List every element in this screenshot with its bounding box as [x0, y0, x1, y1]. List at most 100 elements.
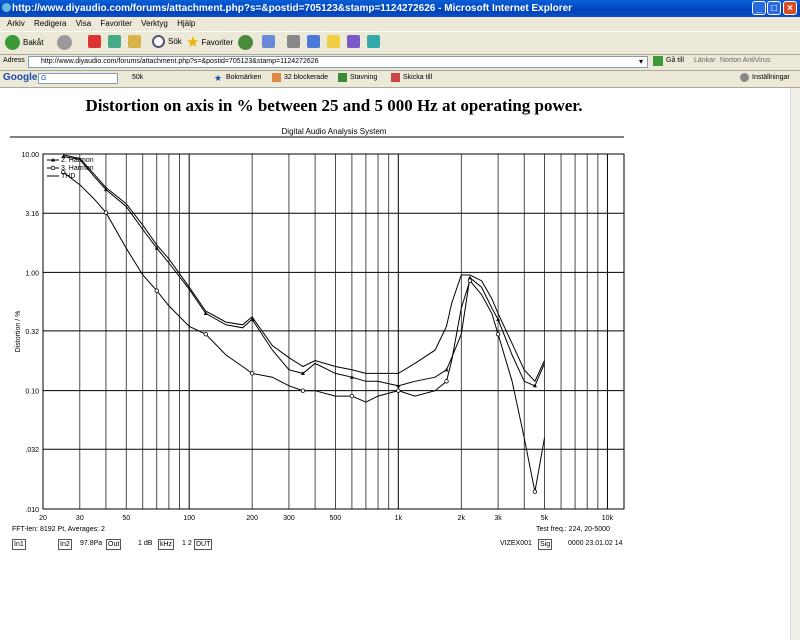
refresh-button[interactable]	[108, 35, 121, 48]
x-tick-label: 1k	[395, 515, 403, 522]
google-send-button[interactable]: Skicka till	[403, 74, 432, 81]
y-tick-label: 10.00	[21, 152, 39, 159]
x-tick-label: 3k	[494, 515, 502, 522]
sig-button[interactable]: Sig	[538, 539, 553, 550]
y-tick-label: 0.10	[25, 389, 39, 396]
messenger-button[interactable]	[347, 35, 360, 48]
favorites-button[interactable]: ★ Favoriter	[186, 35, 233, 50]
send-to-icon	[391, 73, 400, 82]
google-logo: Google	[3, 72, 38, 83]
x-tick-label: 5k	[541, 515, 549, 522]
back-button[interactable]: Bakåt	[5, 35, 43, 50]
address-label: Adress	[3, 57, 25, 64]
ie-icon	[2, 3, 11, 12]
home-icon	[128, 35, 141, 48]
series-point-2	[349, 393, 355, 399]
x-tick-label: 30	[76, 515, 84, 522]
series-point-2	[249, 371, 255, 376]
ratio-label: 1 2	[182, 540, 192, 547]
go-button[interactable]: Gå till	[666, 57, 684, 64]
forward-button[interactable]	[57, 35, 72, 50]
menu-bar: Arkiv Redigera Visa Favoriter Verktyg Hj…	[0, 17, 800, 31]
google-settings-button[interactable]: Inställningar	[752, 74, 790, 81]
menu-tools[interactable]: Verktyg	[141, 19, 168, 28]
plot-frame	[42, 153, 625, 510]
series-point-2	[300, 388, 306, 393]
menu-file[interactable]: Arkiv	[7, 19, 25, 28]
mail-button[interactable]	[262, 35, 275, 48]
x-tick-label: 2k	[458, 515, 466, 522]
google-search-input[interactable]: G	[38, 73, 118, 84]
vertical-scrollbar[interactable]	[790, 88, 800, 640]
distortion-chart: Digital Audio Analysis System 10.00 3.16 1.…	[10, 127, 625, 522]
address-bar: Adress http://www.diyaudio.com/forums/at…	[0, 55, 800, 71]
edit-button[interactable]	[307, 35, 320, 48]
norton-antivirus-button[interactable]: Norton AntiVirus	[720, 57, 770, 64]
legend-label: THD	[61, 173, 75, 180]
discuss-icon	[327, 35, 340, 48]
series-point-2	[532, 489, 538, 494]
series-point-2	[203, 332, 208, 337]
in1-button[interactable]: In1	[12, 539, 26, 550]
google-spelling-button[interactable]: Stavning	[350, 74, 377, 81]
links-button[interactable]: Länkar	[694, 57, 715, 64]
refresh-icon	[108, 35, 121, 48]
settings-icon	[740, 73, 749, 82]
google-pagerank[interactable]: 50k	[132, 74, 143, 81]
bookmark-star-icon: ★	[214, 73, 223, 83]
page-title: Distortion on axis in % between 25 and 5…	[85, 96, 583, 115]
db-scale: 1 dB	[138, 540, 153, 547]
window-titlebar: http://www.diyaudio.com/forums/attachmen…	[0, 0, 800, 17]
x-tick-label: 20	[39, 515, 47, 522]
menu-favorites[interactable]: Favoriter	[100, 19, 132, 28]
menu-help[interactable]: Hjälp	[177, 19, 195, 28]
dut-button[interactable]: DUT	[194, 539, 213, 550]
edit-icon	[307, 35, 320, 48]
print-button[interactable]	[287, 35, 300, 48]
maximize-button[interactable]: □	[767, 1, 781, 15]
close-button[interactable]: ×	[783, 1, 797, 15]
vizex-label: VIZEX001	[500, 540, 532, 547]
y-tick-label: .032	[25, 447, 39, 454]
print-icon	[287, 35, 300, 48]
x-tick-label: 100	[183, 515, 195, 522]
legend-label: 2. Harmon	[61, 157, 94, 164]
series-point-1	[444, 367, 449, 372]
minimize-button[interactable]: _	[752, 1, 766, 15]
address-input[interactable]: http://www.diyaudio.com/forums/attachmen…	[28, 56, 648, 68]
out-button[interactable]: Out	[106, 539, 122, 550]
x-tick-label: 50	[122, 515, 130, 522]
series-point-1	[496, 317, 501, 321]
history-icon	[238, 35, 253, 50]
google-blocked-button[interactable]: 32 blockerade	[284, 74, 328, 81]
legend-label: 3. Harmon	[61, 165, 94, 172]
forward-arrow-icon	[57, 35, 72, 50]
google-bookmarks-button[interactable]: Bokmärken	[226, 74, 261, 81]
discuss-button[interactable]	[327, 35, 340, 48]
research-button[interactable]	[367, 35, 380, 48]
x-tick-label: 200	[246, 515, 258, 522]
khz-button[interactable]: kHz	[158, 539, 175, 550]
series-point-2	[396, 388, 401, 393]
stop-icon	[88, 35, 101, 48]
x-tick-label: 300	[283, 515, 295, 522]
home-button[interactable]	[128, 35, 141, 48]
window-title: http://www.diyaudio.com/forums/attachmen…	[12, 3, 573, 14]
y-tick-label: 3.16	[25, 211, 39, 218]
history-button[interactable]	[238, 35, 253, 50]
search-button[interactable]: Sök	[152, 35, 182, 48]
y-tick-label: .010	[25, 507, 39, 514]
stop-button[interactable]	[88, 35, 101, 48]
x-tick-label: 10k	[602, 515, 614, 522]
go-arrow-icon[interactable]	[653, 56, 663, 66]
series-point-2	[495, 332, 501, 337]
toolbar: Bakåt Sök ★ Favoriter	[0, 31, 800, 55]
address-dropdown-icon[interactable]: ▾	[639, 57, 643, 66]
menu-edit[interactable]: Redigera	[34, 19, 66, 28]
menu-view[interactable]: Visa	[76, 19, 91, 28]
in2-button[interactable]: In2	[58, 539, 72, 550]
x-tick-label: 500	[330, 515, 342, 522]
research-icon	[367, 35, 380, 48]
series-point-2	[154, 288, 159, 293]
chart-title: Digital Audio Analysis System	[282, 127, 387, 136]
